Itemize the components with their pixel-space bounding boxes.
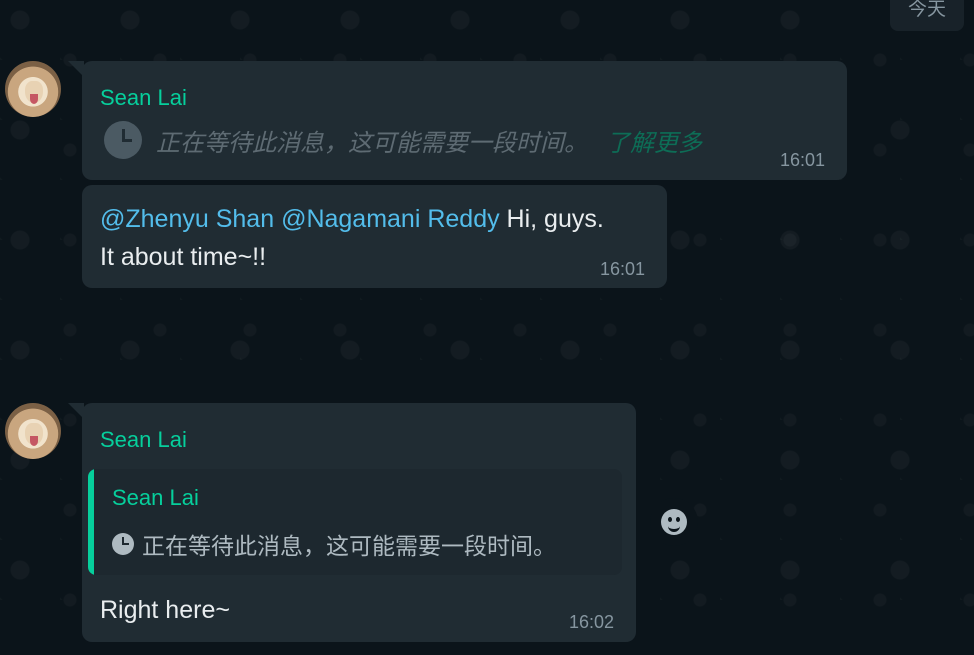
mention-link[interactable]: @Zhenyu Shan [100,205,274,233]
waiting-message: 正在等待此消息，这可能需要一段时间。 了解更多 [104,121,702,159]
clock-icon [112,533,134,555]
message-bubble[interactable]: Sean Lai Sean Lai 正在等待此消息，这可能需要一段时间。 Rig… [68,403,636,642]
quote-text: 正在等待此消息，这可能需要一段时间。 [142,533,556,559]
message-bubble[interactable]: @Zhenyu Shan @Nagamani Reddy Hi, guys. I… [82,185,667,288]
sender-name[interactable]: Sean Lai [100,85,187,111]
message-time: 16:02 [569,612,615,632]
clock-icon [104,121,142,159]
quote-accent-bar [88,469,94,575]
reaction-button[interactable] [650,498,698,546]
mention-link[interactable]: @Nagamani Reddy [281,205,500,233]
message-time: 16:01 [780,150,826,170]
sender-avatar[interactable] [5,403,61,459]
quoted-message[interactable]: Sean Lai 正在等待此消息，这可能需要一段时间。 [88,469,622,575]
message-text: @Zhenyu Shan @Nagamani Reddy Hi, guys. I… [100,200,660,276]
waiting-text: 正在等待此消息，这可能需要一段时间。 [156,129,588,157]
message-text-line: Hi, guys. [499,205,604,233]
message-bubble[interactable]: Sean Lai 正在等待此消息，这可能需要一段时间。 了解更多 16:01 [68,61,847,180]
message-time: 16:01 [600,259,646,279]
sender-avatar[interactable] [5,61,61,117]
quote-text-row: 正在等待此消息，这可能需要一段时间。 [112,527,556,561]
message-text: Right here~ [100,596,230,624]
sender-name[interactable]: Sean Lai [100,427,187,453]
avatar-mouth [30,94,38,104]
quote-sender: Sean Lai [112,485,199,510]
avatar-mouth [30,436,38,446]
emoji-icon [661,509,687,535]
message-text-line: It about time~!! [100,243,267,271]
learn-more-link[interactable]: 了解更多 [606,123,702,158]
date-chip: 今天 [889,0,964,31]
